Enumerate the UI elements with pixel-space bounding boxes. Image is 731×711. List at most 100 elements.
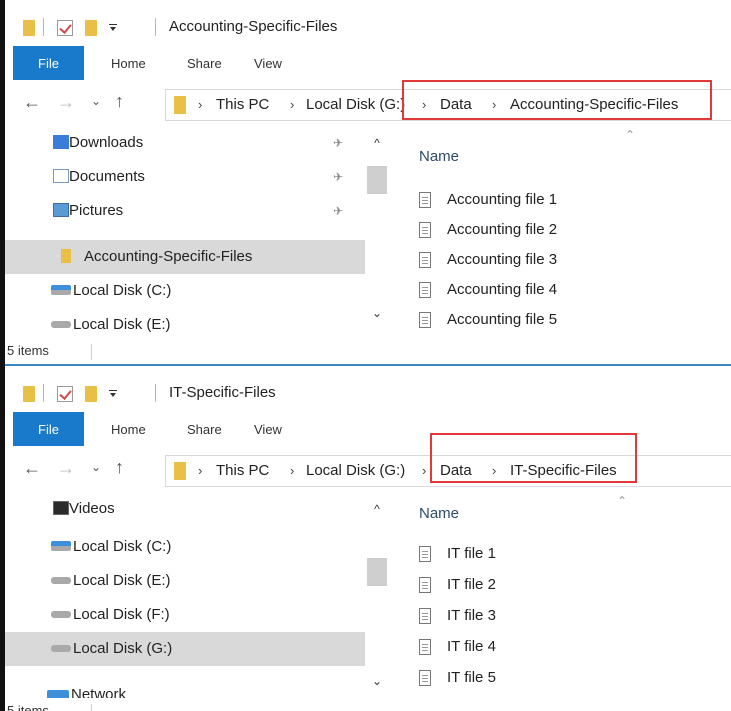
separator [91, 704, 92, 711]
nav-item-local-disk-e[interactable]: Local Disk (E:) [5, 308, 365, 342]
nav-item-network[interactable]: Network [5, 678, 365, 698]
address-row: ← → ⌄ ↑ › This PC › Local Disk (G:) › Da… [5, 80, 731, 126]
file-icon [419, 192, 431, 208]
status-bar: 5 items [5, 702, 731, 711]
breadcrumb-this-pc[interactable]: This PC [216, 462, 269, 479]
tab-file[interactable]: File [13, 412, 84, 446]
nav-item-local-disk-c[interactable]: Local Disk (C:) [5, 274, 365, 308]
list-item[interactable]: IT file 2 [419, 571, 719, 601]
breadcrumb-separator-icon[interactable]: › [198, 463, 202, 478]
customize-toolbar-icon[interactable] [109, 390, 117, 398]
tab-home[interactable]: Home [111, 412, 146, 446]
nav-item-local-disk-g[interactable]: Local Disk (G:) [5, 632, 365, 666]
up-arrow-icon[interactable]: ↑ [115, 458, 124, 476]
file-icon [419, 222, 431, 238]
file-name: IT file 5 [447, 669, 496, 686]
file-icon [419, 546, 431, 562]
list-item[interactable]: IT file 3 [419, 602, 719, 632]
nav-item-label: Local Disk (E:) [73, 572, 171, 589]
recent-locations-chevron-icon[interactable]: ⌄ [91, 461, 101, 473]
tab-file[interactable]: File [13, 46, 84, 80]
new-folder-icon[interactable] [85, 386, 97, 402]
breadcrumb-this-pc[interactable]: This PC [216, 96, 269, 113]
nav-item-local-disk-f[interactable]: Local Disk (F:) [5, 598, 365, 632]
pictures-folder-icon [53, 203, 69, 217]
back-arrow-icon[interactable]: ← [23, 459, 41, 477]
drive-c-icon [51, 541, 71, 551]
nav-item-label: Local Disk (C:) [73, 538, 172, 555]
list-item[interactable]: Accounting file 3 [419, 246, 719, 276]
breadcrumb-local-disk[interactable]: Local Disk (G:) [306, 462, 405, 479]
nav-item-accounting-specific-files[interactable]: Accounting-Specific-Files [5, 240, 365, 274]
scrollbar-thumb[interactable] [367, 558, 387, 586]
list-item[interactable]: Accounting file 4 [419, 276, 719, 306]
file-icon [419, 252, 431, 268]
separator [155, 18, 156, 36]
breadcrumb-local-disk[interactable]: Local Disk (G:) [306, 96, 405, 113]
file-name: Accounting file 3 [447, 251, 558, 268]
scroll-up-icon[interactable]: ^ [365, 502, 389, 522]
drive-icon [51, 577, 71, 584]
scroll-up-icon[interactable]: ^ [365, 136, 389, 156]
file-icon [419, 608, 431, 624]
file-icon [419, 282, 431, 298]
breadcrumb-separator-icon[interactable]: › [198, 97, 202, 112]
list-item[interactable]: Accounting file 5 [419, 306, 719, 336]
nav-item-downloads[interactable]: Downloads ✈ [5, 126, 365, 160]
scroll-down-icon[interactable]: ⌄ [365, 674, 389, 694]
nav-item-label: Downloads [69, 134, 144, 151]
drive-c-icon [51, 285, 71, 295]
nav-item-label: Pictures [69, 202, 124, 219]
highlight-annotation-box [402, 80, 712, 120]
scroll-down-icon[interactable]: ⌄ [365, 306, 389, 326]
pin-icon[interactable]: ✈ [333, 136, 343, 150]
nav-item-pictures[interactable]: Pictures ✈ [5, 194, 365, 228]
highlight-annotation-box [430, 433, 637, 483]
drive-icon [51, 611, 71, 618]
breadcrumb-separator-icon[interactable]: › [290, 463, 294, 478]
list-item[interactable]: Accounting file 1 [419, 186, 719, 216]
explorer-window-it: IT-Specific-Files File Home Share View ←… [5, 366, 731, 711]
scrollbar-thumb[interactable] [367, 166, 387, 194]
column-header-name[interactable]: Name [419, 505, 459, 522]
tab-share[interactable]: Share [187, 412, 222, 446]
pin-icon[interactable]: ✈ [333, 170, 343, 184]
back-arrow-icon[interactable]: ← [23, 93, 41, 111]
list-item[interactable]: Accounting file 2 [419, 216, 719, 246]
file-name: IT file 4 [447, 638, 496, 655]
breadcrumb-separator-icon[interactable]: › [290, 97, 294, 112]
breadcrumb-separator-icon[interactable]: › [422, 463, 426, 478]
separator [43, 18, 44, 36]
customize-toolbar-icon[interactable] [109, 24, 117, 32]
file-name: Accounting file 5 [447, 311, 558, 328]
tab-view[interactable]: View [254, 46, 282, 80]
nav-item-local-disk-e[interactable]: Local Disk (E:) [5, 564, 365, 598]
ribbon-tabs: File Home Share View [5, 46, 731, 81]
new-folder-icon[interactable] [85, 20, 97, 36]
nav-item-label: Local Disk (F:) [73, 606, 170, 623]
properties-checkbox-icon[interactable] [57, 20, 73, 36]
tab-home[interactable]: Home [111, 46, 146, 80]
nav-item-local-disk-c[interactable]: Local Disk (C:) [5, 530, 365, 564]
drive-icon [51, 321, 71, 328]
folder-icon [174, 462, 186, 480]
column-header-name[interactable]: Name [419, 148, 459, 165]
list-item[interactable]: IT file 1 [419, 540, 719, 570]
nav-item-label: Documents [69, 168, 145, 185]
list-item[interactable]: IT file 5 [419, 664, 719, 694]
nav-item-videos[interactable]: Videos [5, 492, 365, 526]
tab-share[interactable]: Share [187, 46, 222, 80]
nav-item-documents[interactable]: Documents ✈ [5, 160, 365, 194]
title-bar: Accounting-Specific-Files [5, 0, 731, 46]
forward-arrow-icon[interactable]: → [57, 459, 75, 477]
tab-view[interactable]: View [254, 412, 282, 446]
pin-icon[interactable]: ✈ [333, 204, 343, 218]
recent-locations-chevron-icon[interactable]: ⌄ [91, 95, 101, 107]
status-bar: 5 items [5, 342, 731, 362]
properties-checkbox-icon[interactable] [57, 386, 73, 402]
list-item[interactable]: IT file 4 [419, 633, 719, 663]
nav-item-label: Network [71, 686, 127, 698]
forward-arrow-icon[interactable]: → [57, 93, 75, 111]
up-arrow-icon[interactable]: ↑ [115, 92, 124, 110]
nav-item-label: Local Disk (G:) [73, 640, 173, 657]
